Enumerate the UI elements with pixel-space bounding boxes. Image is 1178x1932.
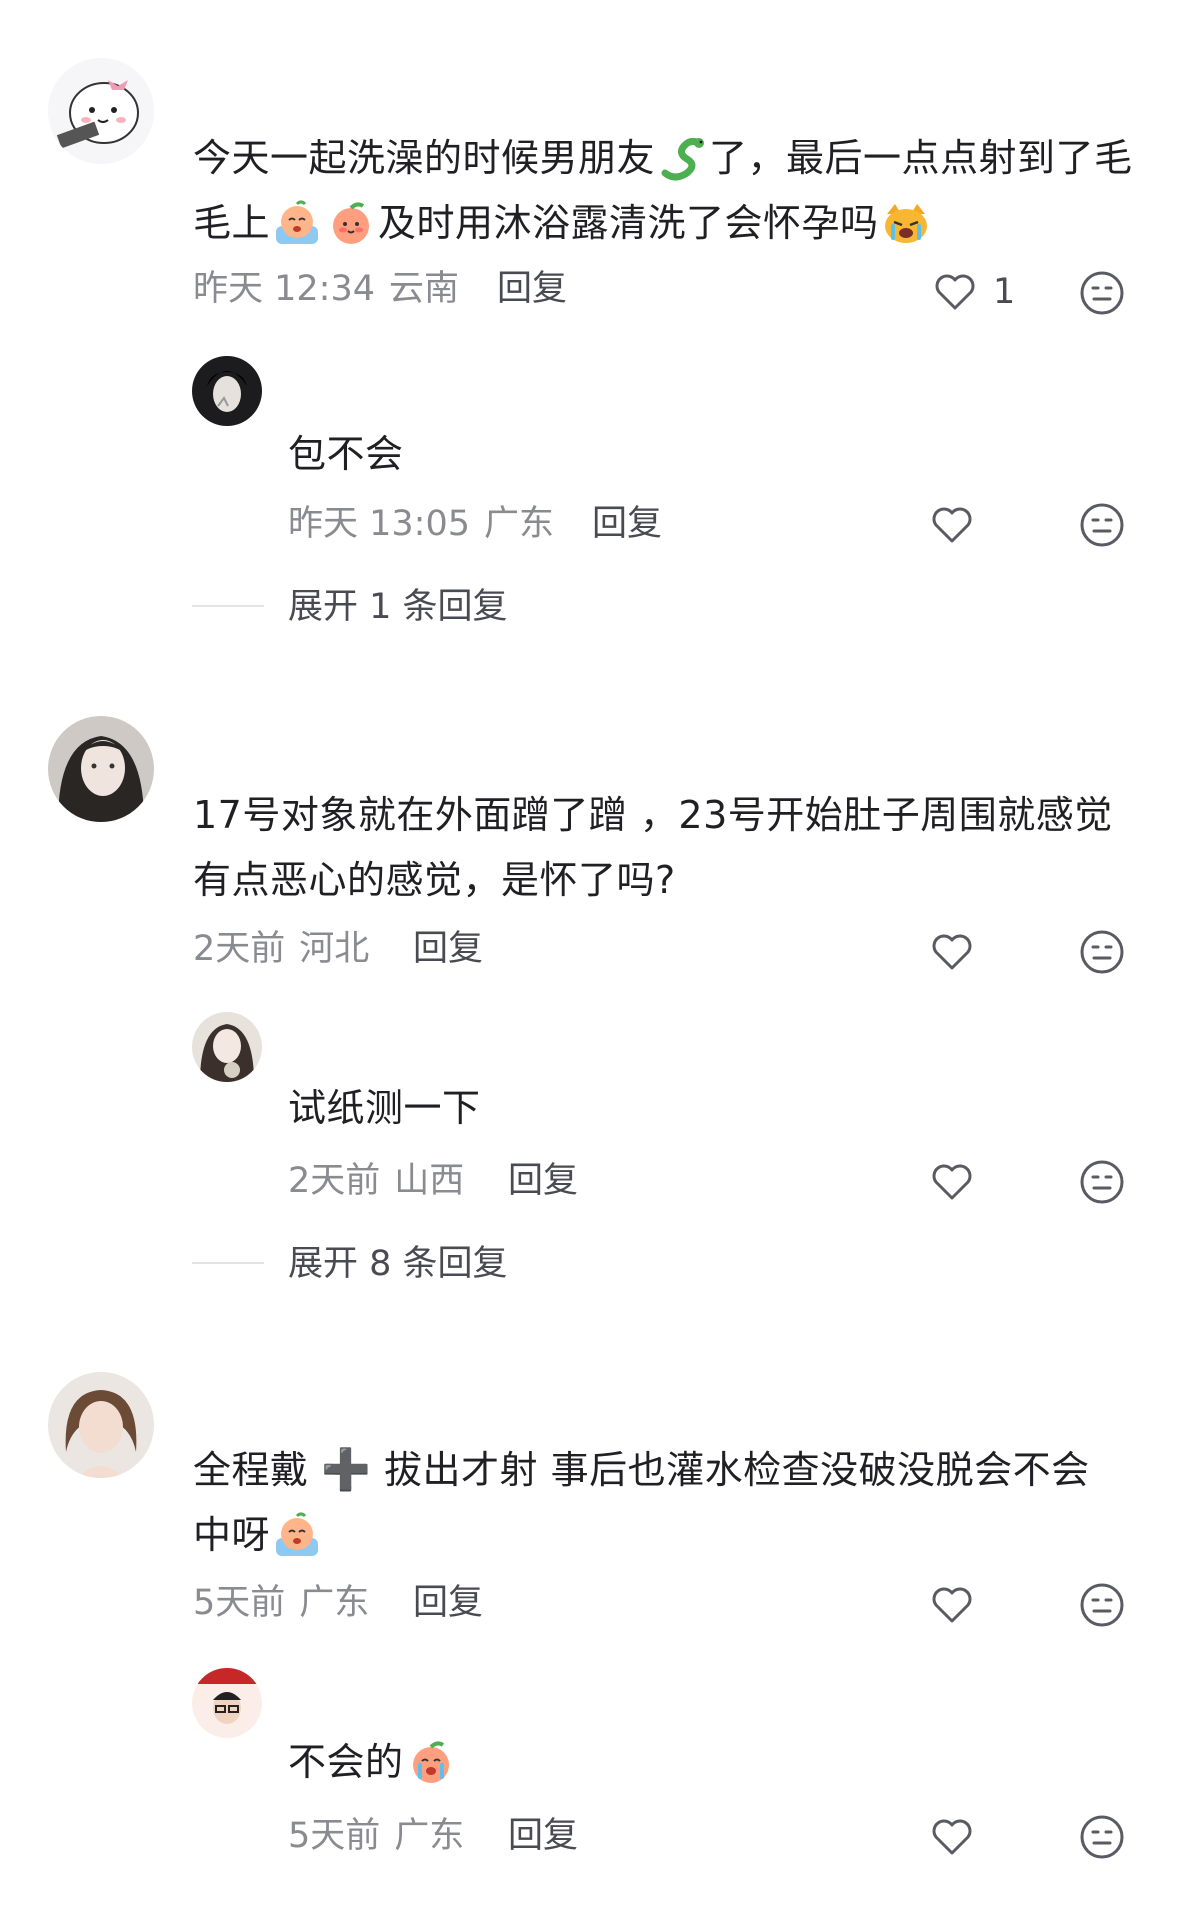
dark-portrait-avatar-icon [192, 356, 262, 426]
comment-time: 5天前 [193, 1583, 286, 1623]
crying-emoji [272, 1512, 322, 1558]
expand-divider [192, 605, 264, 607]
cartoon-avatar-icon [48, 58, 154, 164]
meh-face-icon[interactable] [1079, 502, 1125, 548]
crying-peach-emoji [406, 1739, 456, 1785]
meh-face-icon[interactable] [1079, 1814, 1125, 1860]
reply-meta: 2天前 山西 [288, 1160, 464, 1202]
reply-time: 昨天 13:05 [288, 504, 470, 544]
peach-emoji [326, 200, 376, 246]
plus-emoji: ➕ [321, 1447, 372, 1493]
avatar[interactable] [192, 356, 262, 426]
comment-text: 17号对象就在外面蹭了蹭 ，23号开始肚子周围就感觉有点恶心的感觉，是怀了吗? [193, 793, 1113, 902]
snake-emoji [657, 135, 707, 181]
comment-meta: 2天前 河北 [193, 928, 369, 970]
reply-button[interactable]: 回复 [413, 1582, 483, 1624]
comment-location: 广东 [299, 1583, 370, 1623]
heart-outline-icon[interactable] [930, 1815, 974, 1859]
avatar[interactable] [192, 1668, 262, 1738]
reply-meta: 5天前 广东 [288, 1815, 464, 1857]
heart-outline-icon[interactable] [930, 1583, 974, 1627]
man-avatar-icon [192, 1668, 262, 1738]
meh-face-icon[interactable] [1079, 1582, 1125, 1628]
reply-time: 2天前 [288, 1161, 381, 1201]
heart-outline-icon[interactable] [930, 1160, 974, 1204]
heart-outline-icon[interactable] [930, 930, 974, 974]
meh-face-icon[interactable] [1079, 929, 1125, 975]
avatar[interactable] [192, 1012, 262, 1082]
avatar[interactable] [48, 716, 154, 822]
reply-location: 广东 [394, 1816, 465, 1856]
comment-text: 全程戴 ➕ 拔出才射 事后也灌水检查没破没脱会不会中呀 [193, 1438, 1123, 1568]
reply-time: 5天前 [288, 1816, 381, 1856]
reply-button[interactable]: 回复 [508, 1160, 578, 1202]
expand-replies-button[interactable]: 展开 1 条回复 [288, 586, 508, 628]
comment-location: 河北 [299, 929, 370, 969]
comment-location: 云南 [389, 269, 460, 309]
reply-button[interactable]: 回复 [592, 503, 662, 545]
reply-meta: 昨天 13:05 广东 [288, 503, 554, 545]
reply-button[interactable]: 回复 [413, 928, 483, 970]
heart-outline-icon[interactable] [930, 503, 974, 547]
meh-face-icon[interactable] [1079, 1159, 1125, 1205]
like-count: 1 [993, 272, 1016, 312]
reply-text: 不会的 [288, 1730, 458, 1795]
comment-meta: 昨天 12:34 云南 [193, 268, 459, 310]
reply-button[interactable]: 回复 [508, 1815, 578, 1857]
expand-replies-button[interactable]: 展开 8 条回复 [288, 1243, 508, 1285]
reply-location: 广东 [484, 504, 555, 544]
comment-time: 昨天 12:34 [193, 269, 375, 309]
reply-button[interactable]: 回复 [497, 268, 567, 310]
avatar[interactable] [48, 1372, 154, 1478]
reply-text: 试纸测一下 [288, 1086, 481, 1130]
comment-meta: 5天前 广东 [193, 1582, 369, 1624]
girl-avatar-icon [192, 1012, 262, 1082]
avatar[interactable] [48, 58, 154, 164]
woman-portrait-avatar-icon [48, 1372, 154, 1478]
girl-portrait-avatar-icon [48, 716, 154, 822]
reply-location: 山西 [394, 1161, 465, 1201]
comment-text: 今天一起洗澡的时候男朋友 了，最后一点点射到了毛毛上 及时用沐浴露清洗了会怀孕吗 [193, 135, 1133, 246]
crying-emoji [272, 200, 322, 246]
expand-divider [192, 1262, 264, 1264]
meh-face-icon[interactable] [1079, 270, 1125, 316]
comment-time: 2天前 [193, 929, 286, 969]
heart-outline-icon[interactable] [933, 270, 977, 314]
reply-text: 包不会 [288, 432, 404, 476]
crying-cat-emoji [881, 200, 931, 246]
